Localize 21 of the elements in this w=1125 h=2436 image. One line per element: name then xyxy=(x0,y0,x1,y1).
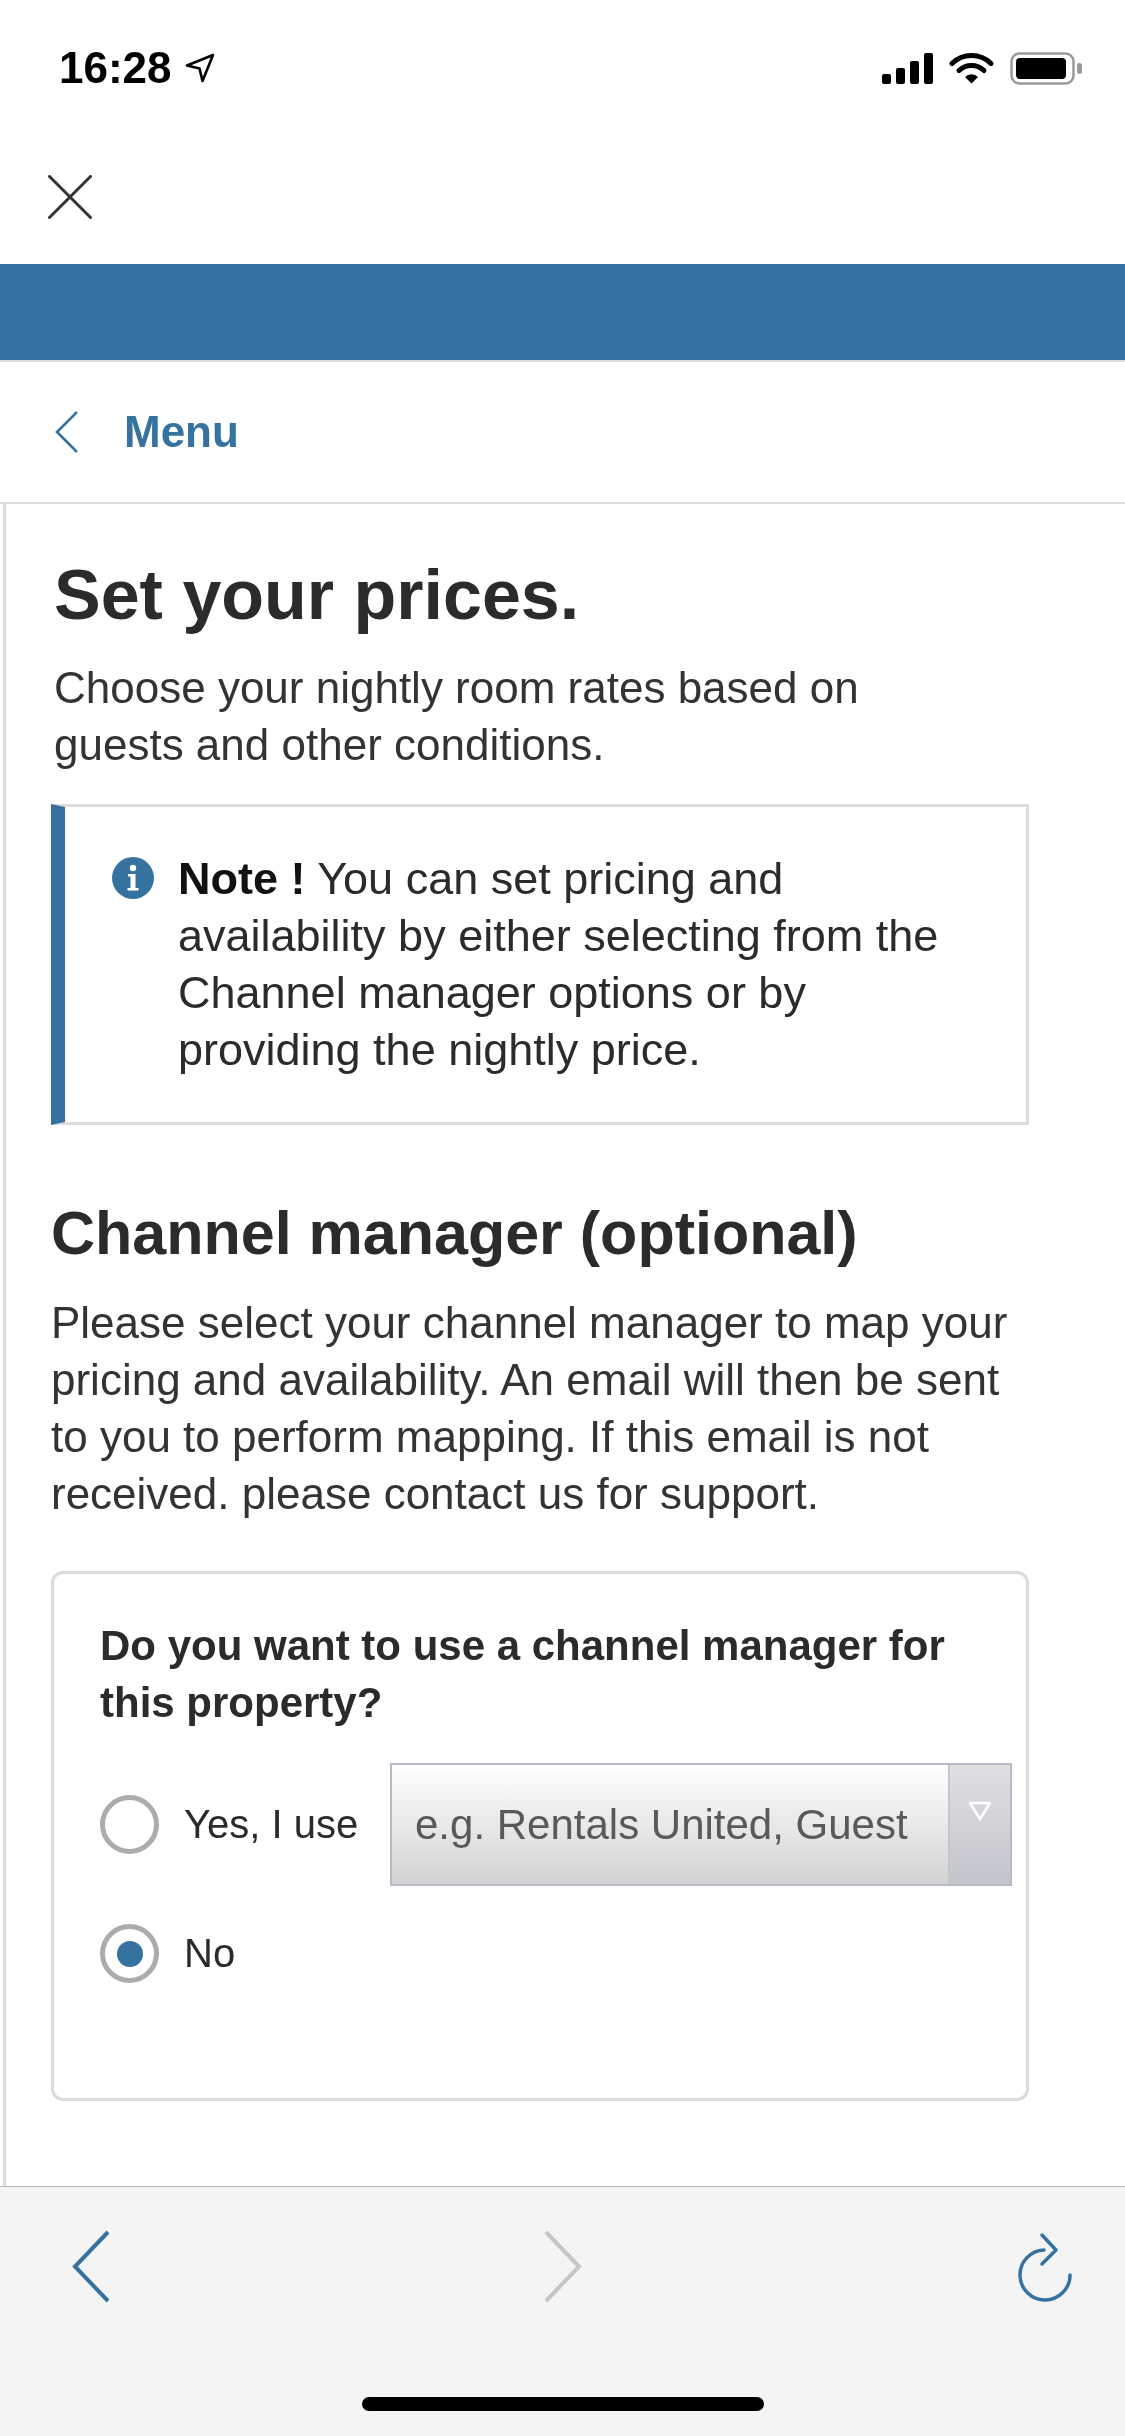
close-icon[interactable] xyxy=(48,175,92,219)
battery-icon xyxy=(1010,51,1083,85)
caret-icon xyxy=(968,1801,992,1821)
page-subtitle: Choose your nightly room rates based on guests and other conditions. xyxy=(53,662,860,771)
signal-icon xyxy=(882,52,933,84)
page-title: Set your prices. xyxy=(53,555,581,635)
menu-back-link[interactable]: Menu xyxy=(55,407,239,457)
chevron-left-icon xyxy=(55,411,78,453)
section-title: Channel manager (optional) xyxy=(51,1198,859,1268)
question-text: Do you want to use a channel manager for this property? xyxy=(100,1621,946,1728)
chevron-left-icon[interactable] xyxy=(72,2230,110,2303)
info-icon xyxy=(112,857,154,899)
option-label[interactable]: No xyxy=(184,1931,390,1976)
channel-manager-select[interactable]: e.g. Rentals United, Guest xyxy=(390,1763,1012,1886)
wifi-icon xyxy=(949,52,994,84)
note-text: Note ! You can set pricing and availability by either selecting from the Channel manager options or by providing the nightly price. xyxy=(178,852,940,1077)
reload-icon[interactable] xyxy=(1016,2231,1073,2302)
location-arrow-icon xyxy=(184,53,215,83)
section-description: Please select your channel manager to map your pricing and availability. An email will then be sent to you to perform mapping. If this email is not received. please contact us for support. xyxy=(51,1297,1009,1520)
option-label[interactable]: Yes, I use xyxy=(184,1802,390,1847)
status-time: 16:28 xyxy=(59,43,172,93)
